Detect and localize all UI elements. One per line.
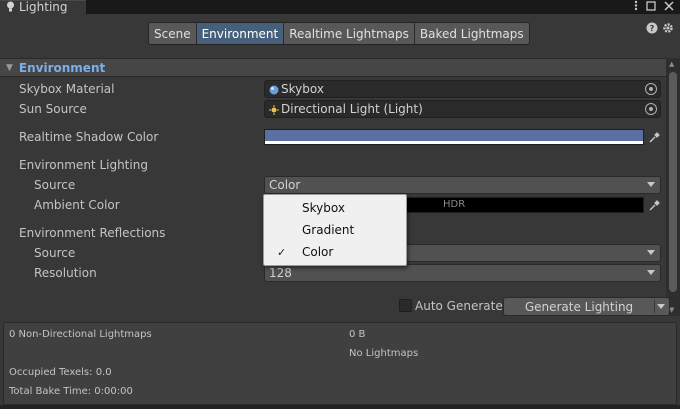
scrollbar-thumb[interactable] <box>669 72 677 292</box>
chevron-down-icon <box>647 182 655 187</box>
no-lightmaps-text: No Lightmaps <box>349 348 419 359</box>
environment-section-header[interactable]: ▼ Environment <box>0 58 666 77</box>
source-label: Source <box>34 178 76 192</box>
auto-generate-checkbox[interactable] <box>399 299 412 312</box>
skybox-material-value: Skybox <box>281 82 324 96</box>
window-tab-bar: Lighting <box>0 0 680 14</box>
window-tab-lighting[interactable]: Lighting <box>0 0 86 14</box>
source-dropdown[interactable]: Color <box>264 176 661 194</box>
resolution-value: 128 <box>269 266 292 280</box>
realtime-shadow-color-swatch[interactable] <box>264 129 644 145</box>
eyedropper-icon[interactable] <box>646 129 662 145</box>
lighting-tabs: Scene Environment Realtime Lightmaps Bak… <box>148 22 530 45</box>
source-value: Color <box>269 178 301 192</box>
source-popup-menu: Skybox Gradient ✓ Color <box>263 194 407 266</box>
window-title: Lighting <box>19 0 68 14</box>
object-picker-icon[interactable] <box>645 103 657 115</box>
material-sphere-icon <box>269 84 279 95</box>
eyedropper-icon[interactable] <box>646 197 662 213</box>
sun-source-value: Directional Light (Light) <box>281 102 423 116</box>
toolbar-icons: ? <box>646 22 674 37</box>
menu-item-gradient[interactable]: Gradient <box>264 219 406 241</box>
svg-text:?: ? <box>650 24 655 33</box>
menu-item-label: Color <box>302 245 334 259</box>
sun-source-label: Sun Source <box>19 102 87 116</box>
reflections-source-label: Source <box>34 246 76 260</box>
menu-item-skybox[interactable]: Skybox <box>264 197 406 219</box>
gear-icon[interactable] <box>662 22 674 37</box>
tab-scene[interactable]: Scene <box>149 23 197 44</box>
menu-item-label: Gradient <box>302 223 355 237</box>
chevron-down-icon <box>647 250 655 255</box>
foldout-triangle-icon: ▼ <box>6 62 13 73</box>
lightmap-stats-panel: 0 Non-Directional Lightmaps 0 B No Light… <box>3 322 677 405</box>
light-icon <box>269 104 279 115</box>
tab-realtime-lightmaps[interactable]: Realtime Lightmaps <box>284 23 415 44</box>
environment-reflections-label: Environment Reflections <box>19 226 166 240</box>
hdr-label: HDR <box>443 199 466 210</box>
section-title: Environment <box>18 60 106 75</box>
generate-lighting-button[interactable]: Generate Lighting <box>503 297 670 316</box>
object-picker-icon[interactable] <box>645 83 657 95</box>
help-icon[interactable]: ? <box>646 22 658 37</box>
occupied-texels: Occupied Texels: 0.0 <box>9 367 112 378</box>
tab-baked-lightmaps[interactable]: Baked Lightmaps <box>414 23 529 44</box>
sun-source-field[interactable]: Directional Light (Light) <box>264 100 661 118</box>
lightmap-count: 0 Non-Directional Lightmaps <box>9 329 152 340</box>
resolution-dropdown[interactable]: 128 <box>264 264 661 282</box>
chevron-down-icon <box>647 270 655 275</box>
close-icon[interactable] <box>664 0 674 14</box>
chevron-down-icon[interactable] <box>657 304 665 309</box>
kebab-icon[interactable] <box>634 0 638 14</box>
maximize-icon[interactable] <box>646 0 656 14</box>
lightbulb-icon <box>6 1 15 15</box>
lightmap-size: 0 B <box>349 329 366 340</box>
skybox-material-field[interactable]: Skybox <box>264 80 661 98</box>
split-divider <box>654 300 655 313</box>
vertical-scrollbar[interactable]: ▲ ▼ <box>666 58 680 316</box>
alpha-bar <box>265 141 643 144</box>
menu-item-label: Skybox <box>302 201 345 215</box>
auto-generate-label: Auto Generate <box>415 299 503 313</box>
resolution-label: Resolution <box>34 266 97 280</box>
total-bake-time: Total Bake Time: 0:00:00 <box>9 386 133 397</box>
ambient-color-label: Ambient Color <box>34 198 120 212</box>
environment-lighting-label: Environment Lighting <box>19 158 148 172</box>
bottom-strip <box>0 405 680 409</box>
generate-lighting-label: Generate Lighting <box>524 299 634 314</box>
scroll-up-icon[interactable]: ▲ <box>669 60 674 68</box>
menu-item-color[interactable]: ✓ Color <box>264 241 406 263</box>
checkmark-icon: ✓ <box>277 245 287 259</box>
skybox-material-label: Skybox Material <box>19 82 115 96</box>
tab-environment[interactable]: Environment <box>196 23 285 44</box>
realtime-shadow-color-label: Realtime Shadow Color <box>19 130 159 144</box>
